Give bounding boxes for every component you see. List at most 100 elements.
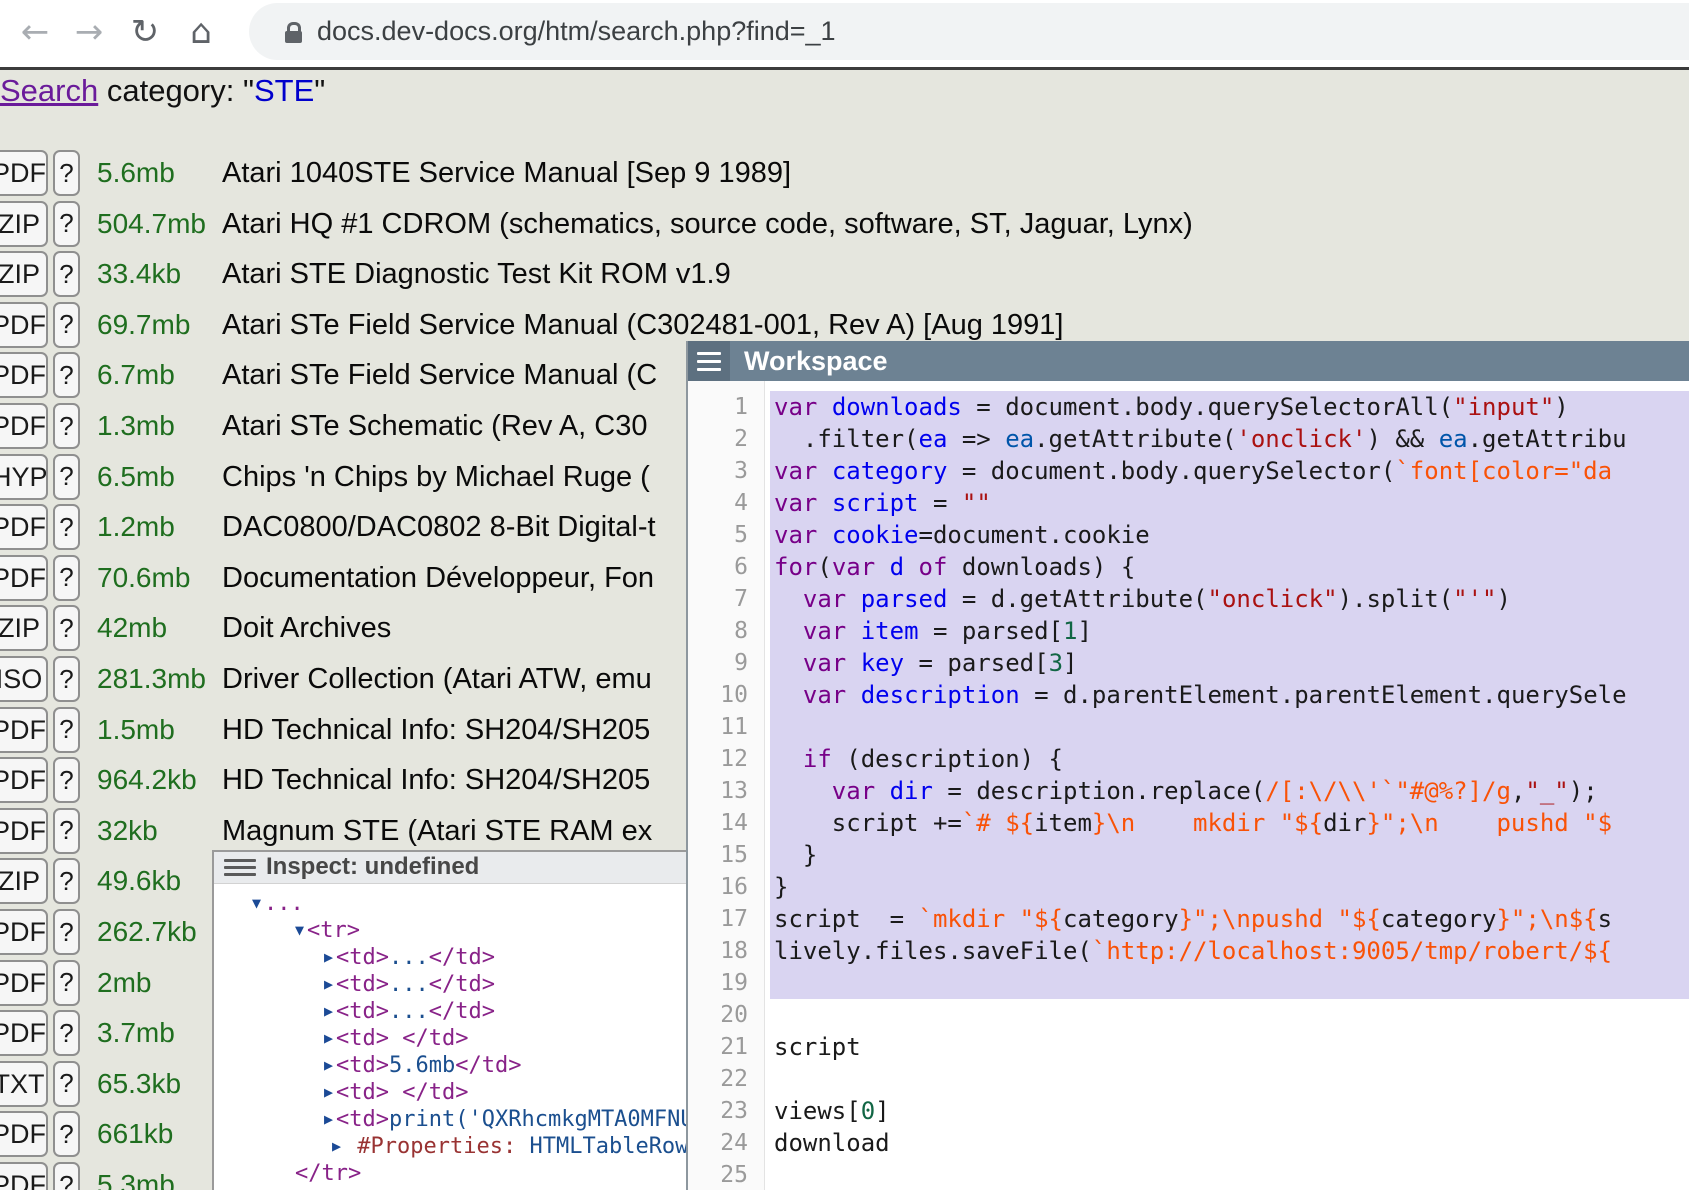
code-line[interactable]: 3var category = document.body.querySelec… <box>688 455 1689 487</box>
file-type-badge[interactable]: PDF <box>0 1010 48 1056</box>
forward-icon[interactable]: → <box>62 0 116 64</box>
code-token: cookie <box>832 521 919 549</box>
file-info-button[interactable]: ? <box>53 504 80 550</box>
code-line[interactable]: 6for(var d of downloads) { <box>688 551 1689 583</box>
file-type-badge[interactable]: ZIP <box>0 605 48 651</box>
expand-icon[interactable]: ▶ <box>324 1029 336 1047</box>
file-info-button[interactable]: ? <box>53 909 80 955</box>
file-type-badge[interactable]: ZIP <box>0 201 48 247</box>
code-line[interactable]: 10 var description = d.parentElement.par… <box>688 679 1689 711</box>
expand-icon[interactable]: ▶ <box>324 975 336 993</box>
code-line[interactable]: 4var script = "" <box>688 487 1689 519</box>
code-token: category <box>832 457 948 485</box>
file-type-badge[interactable]: PDF <box>0 504 48 550</box>
file-type-badge[interactable]: PDF <box>0 707 48 753</box>
code-line[interactable]: 24download <box>688 1127 1689 1159</box>
file-type-badge[interactable]: PDF <box>0 757 48 803</box>
expand-icon[interactable]: ▶ <box>324 1002 336 1020</box>
code-line[interactable]: 17script = `mkdir "${category}";\npushd … <box>688 903 1689 935</box>
collapse-icon[interactable]: ▼ <box>295 921 307 939</box>
file-type-badge[interactable]: PDF <box>0 302 48 348</box>
file-info-button[interactable]: ? <box>53 656 80 702</box>
file-info-button[interactable]: ? <box>53 251 80 297</box>
file-info-button[interactable]: ? <box>53 1111 80 1157</box>
file-info-button[interactable]: ? <box>53 150 80 196</box>
code-token: }";\npushd "${ <box>1179 905 1381 933</box>
home-icon[interactable]: ⌂ <box>174 0 228 64</box>
code-line[interactable]: 18lively.files.saveFile(`http://localhos… <box>688 935 1689 967</box>
expand-icon[interactable]: ▶ <box>332 1137 344 1155</box>
code-line[interactable]: 11 <box>688 711 1689 743</box>
code-line[interactable]: 7 var parsed = d.getAttribute("onclick")… <box>688 583 1689 615</box>
line-number: 8 <box>688 615 748 647</box>
reload-icon[interactable]: ↻ <box>118 0 172 64</box>
code-line[interactable]: 23views[0] <box>688 1095 1689 1127</box>
collapse-icon[interactable]: ▼ <box>252 894 264 912</box>
code-text: var description = d.parentElement.parent… <box>774 679 1627 711</box>
file-type-badge[interactable]: PDF <box>0 808 48 854</box>
code-editor[interactable]: 1var downloads = document.body.querySele… <box>688 381 1689 1190</box>
file-type-badge[interactable]: PDF <box>0 1162 48 1190</box>
code-line[interactable]: 13 var dir = description.replace(/[:\/\\… <box>688 775 1689 807</box>
file-info-button[interactable]: ? <box>53 858 80 904</box>
file-type-badge[interactable]: PDF <box>0 352 48 398</box>
code-line[interactable]: 15 } <box>688 839 1689 871</box>
browser-toolbar: ← → ↻ ⌂ docs.dev-docs.org/htm/search.php… <box>0 0 1689 70</box>
file-type-badge[interactable]: ZIP <box>0 858 48 904</box>
file-type-badge[interactable]: ISO <box>0 656 48 702</box>
file-info-button[interactable]: ? <box>53 352 80 398</box>
code-line[interactable]: 9 var key = parsed[3] <box>688 647 1689 679</box>
code-line[interactable]: 8 var item = parsed[1] <box>688 615 1689 647</box>
code-line[interactable]: 25 <box>688 1159 1689 1190</box>
code-line[interactable]: 16} <box>688 871 1689 903</box>
code-line[interactable]: 14 script +=`# ${item}\n mkdir "${dir}";… <box>688 807 1689 839</box>
file-info-button[interactable]: ? <box>53 302 80 348</box>
code-line[interactable]: 1var downloads = document.body.querySele… <box>688 391 1689 423</box>
code-line[interactable]: 12 if (description) { <box>688 743 1689 775</box>
file-info-button[interactable]: ? <box>53 1162 80 1190</box>
file-type-badge[interactable]: PDF <box>0 960 48 1006</box>
code-token: ea <box>1439 425 1468 453</box>
code-token: ( <box>817 553 831 581</box>
address-bar[interactable]: docs.dev-docs.org/htm/search.php?find=_1 <box>249 3 1689 60</box>
line-number: 5 <box>688 519 748 551</box>
file-type-badge[interactable]: PDF <box>0 1111 48 1157</box>
file-type-badge[interactable]: ZIP <box>0 251 48 297</box>
back-icon[interactable]: ← <box>8 0 62 64</box>
file-info-button[interactable]: ? <box>53 605 80 651</box>
code-line[interactable]: 22 <box>688 1063 1689 1095</box>
expand-icon[interactable]: ▶ <box>324 1056 336 1074</box>
code-line[interactable]: 20 <box>688 999 1689 1031</box>
expand-icon[interactable]: ▶ <box>324 1110 336 1128</box>
file-type-badge[interactable]: PDF <box>0 909 48 955</box>
workspace-titlebar[interactable]: Workspace <box>688 341 1689 381</box>
file-info-button[interactable]: ? <box>53 1010 80 1056</box>
file-type-badge[interactable]: PDF <box>0 150 48 196</box>
file-type-badge[interactable]: HYP <box>0 454 48 500</box>
menu-icon[interactable] <box>688 341 730 381</box>
code-line[interactable]: 21script <box>688 1031 1689 1063</box>
file-info-button[interactable]: ? <box>53 454 80 500</box>
file-type-badge[interactable]: PDF <box>0 403 48 449</box>
file-info-button[interactable]: ? <box>53 808 80 854</box>
file-info-button[interactable]: ? <box>53 1061 80 1107</box>
code-line[interactable]: 19 <box>688 967 1689 999</box>
tree-token: #Properties: <box>357 1134 516 1159</box>
file-info-button[interactable]: ? <box>53 201 80 247</box>
file-info-button[interactable]: ? <box>53 555 80 601</box>
code-token: `font[color="da <box>1395 457 1612 485</box>
file-type-badge[interactable]: TXT <box>0 1061 48 1107</box>
tree-token: </tr> <box>295 1161 361 1186</box>
code-line[interactable]: 5var cookie=document.cookie <box>688 519 1689 551</box>
file-type-badge[interactable]: PDF <box>0 555 48 601</box>
file-title: Atari STE Diagnostic Test Kit ROM v1.9 <box>222 251 731 297</box>
file-info-button[interactable]: ? <box>53 757 80 803</box>
url-input[interactable]: docs.dev-docs.org/htm/search.php?find=_1 <box>317 3 836 60</box>
code-line[interactable]: 2 .filter(ea => ea.getAttribute('onclick… <box>688 423 1689 455</box>
expand-icon[interactable]: ▶ <box>324 1083 336 1101</box>
menu-icon[interactable] <box>224 859 256 876</box>
file-info-button[interactable]: ? <box>53 403 80 449</box>
file-info-button[interactable]: ? <box>53 707 80 753</box>
expand-icon[interactable]: ▶ <box>324 948 336 966</box>
file-info-button[interactable]: ? <box>53 960 80 1006</box>
